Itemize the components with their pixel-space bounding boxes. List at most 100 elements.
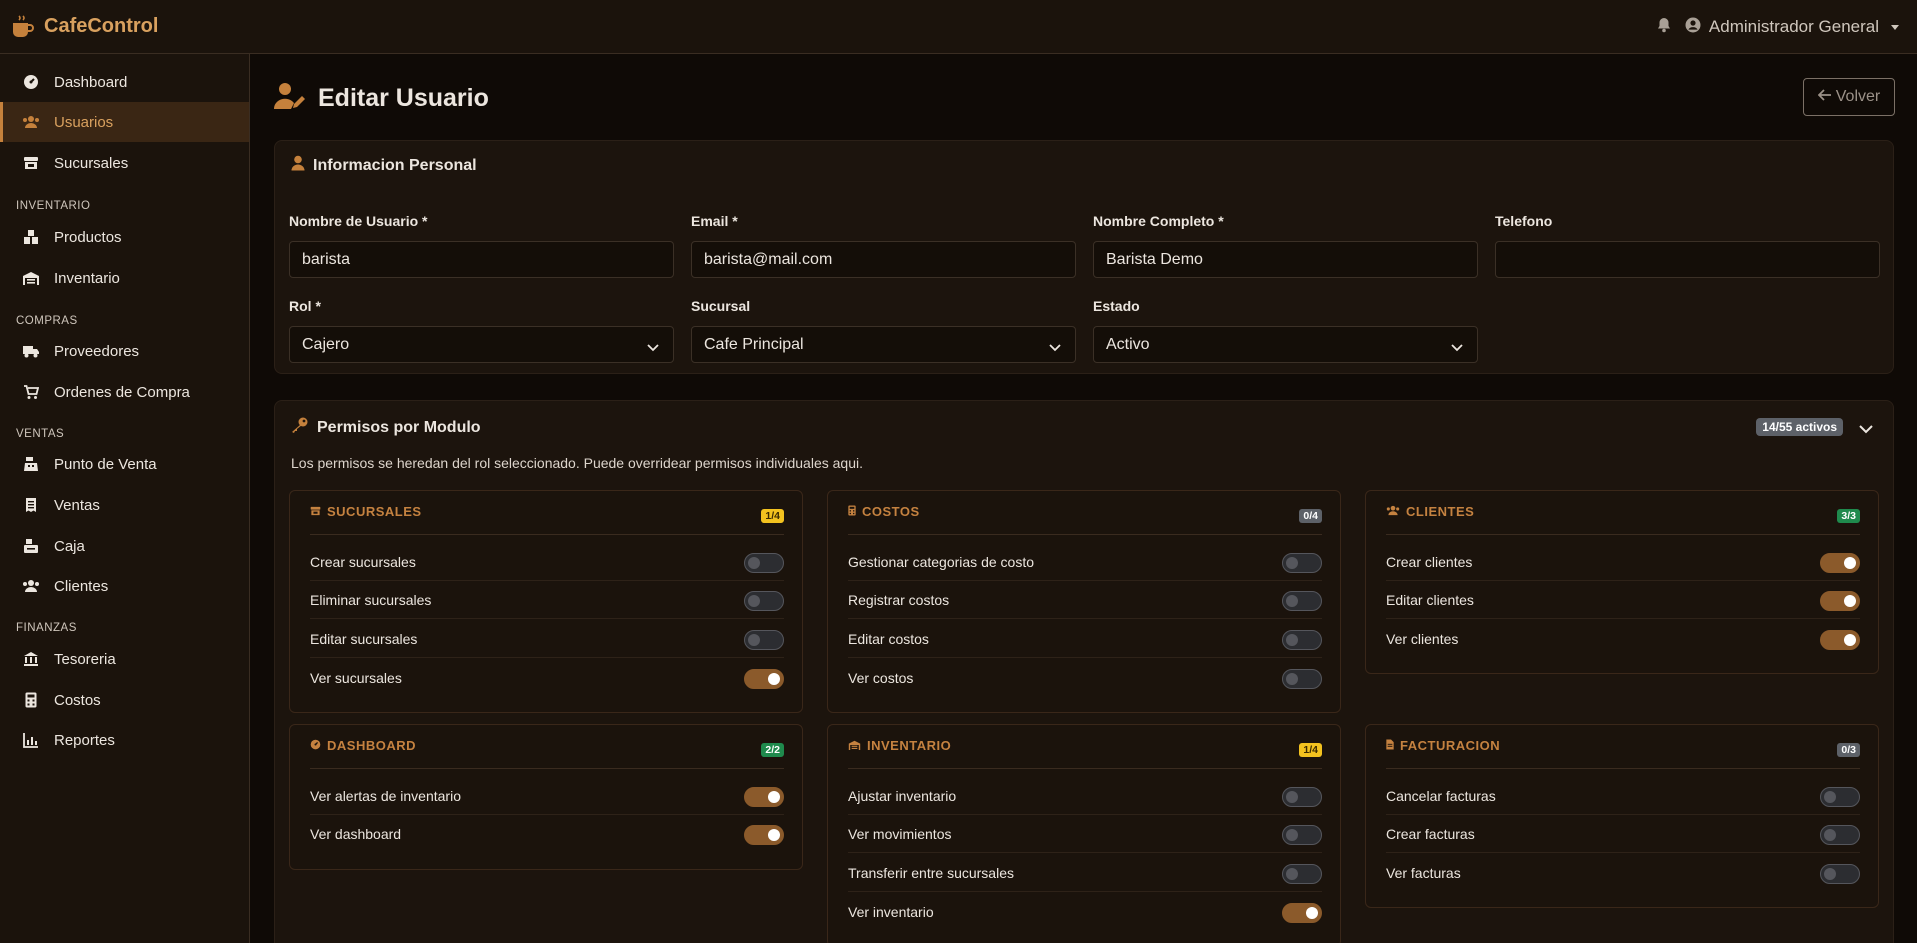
permission-toggle[interactable]: [1282, 903, 1322, 923]
sidebar-item-label: Usuarios: [54, 113, 114, 131]
sidebar-item-label: Clientes: [54, 577, 109, 595]
sidebar-item-reportes[interactable]: Reportes: [0, 720, 249, 760]
personal-info-title-text: Informacion Personal: [313, 156, 477, 174]
role-label: Rol *: [289, 298, 321, 314]
module-name: CLIENTES: [1406, 504, 1475, 519]
calculator-icon: [22, 691, 40, 709]
sidebar-item-ventas[interactable]: Ventas: [0, 485, 249, 525]
sidebar-item-punto-de-venta[interactable]: Punto de Venta: [0, 444, 249, 484]
main-content: Editar Usuario Volver Informacion Person…: [250, 54, 1917, 943]
permission-toggle[interactable]: [1282, 591, 1322, 611]
sidebar-item-label: Ventas: [54, 496, 100, 514]
permission-toggle[interactable]: [1282, 825, 1322, 845]
branch-select[interactable]: Cafe Principal: [691, 326, 1076, 363]
sidebar-item-label: Reportes: [54, 731, 115, 749]
sidebar-item-inventario[interactable]: Inventario: [0, 258, 249, 298]
sidebar-item-costos[interactable]: Costos: [0, 680, 249, 720]
module-badge: 3/3: [1837, 509, 1860, 523]
sidebar-item-productos[interactable]: Productos: [0, 217, 249, 257]
email-input[interactable]: barista@mail.com: [691, 241, 1076, 278]
sidebar-item-label: Tesoreria: [54, 650, 116, 668]
sidebar-item-proveedores[interactable]: Proveedores: [0, 331, 249, 371]
permission-toggle[interactable]: [1282, 864, 1322, 884]
module-name: INVENTARIO: [867, 738, 952, 753]
permissions-title-text: Permisos por Modulo: [317, 418, 481, 436]
permission-row: Ver dashboard: [310, 815, 784, 853]
module-badge: 1/4: [761, 509, 784, 523]
permission-row: Editar clientes: [1386, 581, 1860, 619]
receipt-icon: [22, 496, 40, 514]
permission-toggle[interactable]: [744, 553, 784, 573]
permission-toggle[interactable]: [1820, 787, 1860, 807]
sidebar-item-ordenes-de-compra[interactable]: Ordenes de Compra: [0, 372, 249, 412]
sidebar-item-label: Productos: [54, 228, 122, 246]
fullname-input[interactable]: Barista Demo: [1093, 241, 1478, 278]
back-button[interactable]: Volver: [1803, 78, 1895, 116]
branch-value: Cafe Principal: [704, 335, 804, 353]
permission-row: Ver clientes: [1386, 620, 1860, 658]
sidebar-item-caja[interactable]: Caja: [0, 526, 249, 566]
permission-row: Ver inventario: [848, 893, 1322, 931]
permission-toggle[interactable]: [744, 825, 784, 845]
fullname-value: Barista Demo: [1106, 250, 1203, 268]
permission-row: Cancelar facturas: [1386, 777, 1860, 815]
sidebar-item-dashboard[interactable]: Dashboard: [0, 62, 249, 102]
module-header: INVENTARIO: [848, 738, 951, 753]
permission-toggle[interactable]: [1820, 630, 1860, 650]
permission-toggle[interactable]: [744, 787, 784, 807]
permission-label: Crear sucursales: [310, 553, 416, 570]
module-divider: [310, 768, 784, 769]
permission-toggle[interactable]: [1282, 669, 1322, 689]
user-edit-icon: [273, 82, 306, 114]
permission-toggle[interactable]: [1282, 553, 1322, 573]
permission-toggle[interactable]: [1282, 630, 1322, 650]
back-button-label: Volver: [1835, 88, 1881, 105]
module-card-dashboard: DASHBOARD 2/2 Ver alertas de inventario …: [289, 724, 803, 870]
role-select[interactable]: Cajero: [289, 326, 674, 363]
permission-toggle[interactable]: [744, 591, 784, 611]
permission-label: Ver alertas de inventario: [310, 787, 461, 804]
branch-label: Sucursal: [691, 298, 751, 314]
permission-label: Crear clientes: [1386, 553, 1473, 570]
sidebar-item-sucursales[interactable]: Sucursales: [0, 143, 249, 183]
sidebar-item-clientes[interactable]: Clientes: [0, 566, 249, 606]
collapse-chevron-icon[interactable]: [1859, 421, 1873, 438]
gauge-icon: [310, 738, 321, 753]
module-card-costos: COSTOS 0/4 Gestionar categorias de costo…: [827, 490, 1341, 713]
status-select[interactable]: Activo: [1093, 326, 1478, 363]
permission-toggle[interactable]: [744, 669, 784, 689]
permission-toggle[interactable]: [1820, 591, 1860, 611]
permission-toggle[interactable]: [1820, 864, 1860, 884]
sidebar-section-finanzas: FINANZAS: [16, 622, 77, 634]
users-icon: [22, 113, 40, 131]
module-header: SUCURSALES: [310, 504, 422, 519]
brand[interactable]: CafeControl: [10, 13, 158, 41]
module-header: DASHBOARD: [310, 738, 416, 753]
permission-label: Cancelar facturas: [1386, 787, 1496, 804]
phone-input[interactable]: [1495, 241, 1880, 278]
permissions-description: Los permisos se heredan del rol seleccio…: [291, 455, 863, 471]
module-name: FACTURACION: [1400, 738, 1501, 753]
user-menu[interactable]: Administrador General: [1685, 17, 1899, 38]
username-input[interactable]: barista: [289, 241, 674, 278]
module-divider: [1386, 768, 1860, 769]
gauge-icon: [22, 73, 40, 91]
sidebar-item-label: Proveedores: [54, 342, 140, 360]
page-header: Editar Usuario: [273, 82, 489, 114]
bell-icon[interactable]: [1657, 17, 1671, 37]
permission-row: Eliminar sucursales: [310, 581, 784, 619]
permission-toggle[interactable]: [744, 630, 784, 650]
permission-row: Editar sucursales: [310, 620, 784, 658]
module-divider: [848, 534, 1322, 535]
sidebar-item-usuarios[interactable]: Usuarios: [0, 102, 249, 142]
permission-toggle[interactable]: [1282, 787, 1322, 807]
permission-toggle[interactable]: [1820, 553, 1860, 573]
clients-icon: [1386, 504, 1400, 519]
permission-label: Editar costos: [848, 630, 929, 647]
permission-row: Gestionar categorias de costo: [848, 543, 1322, 581]
permission-toggle[interactable]: [1820, 825, 1860, 845]
sidebar-item-tesoreria[interactable]: Tesoreria: [0, 639, 249, 679]
permission-label: Gestionar categorias de costo: [848, 553, 1034, 570]
sidebar-item-label: Ordenes de Compra: [54, 383, 190, 401]
warehouse-icon: [848, 738, 861, 753]
